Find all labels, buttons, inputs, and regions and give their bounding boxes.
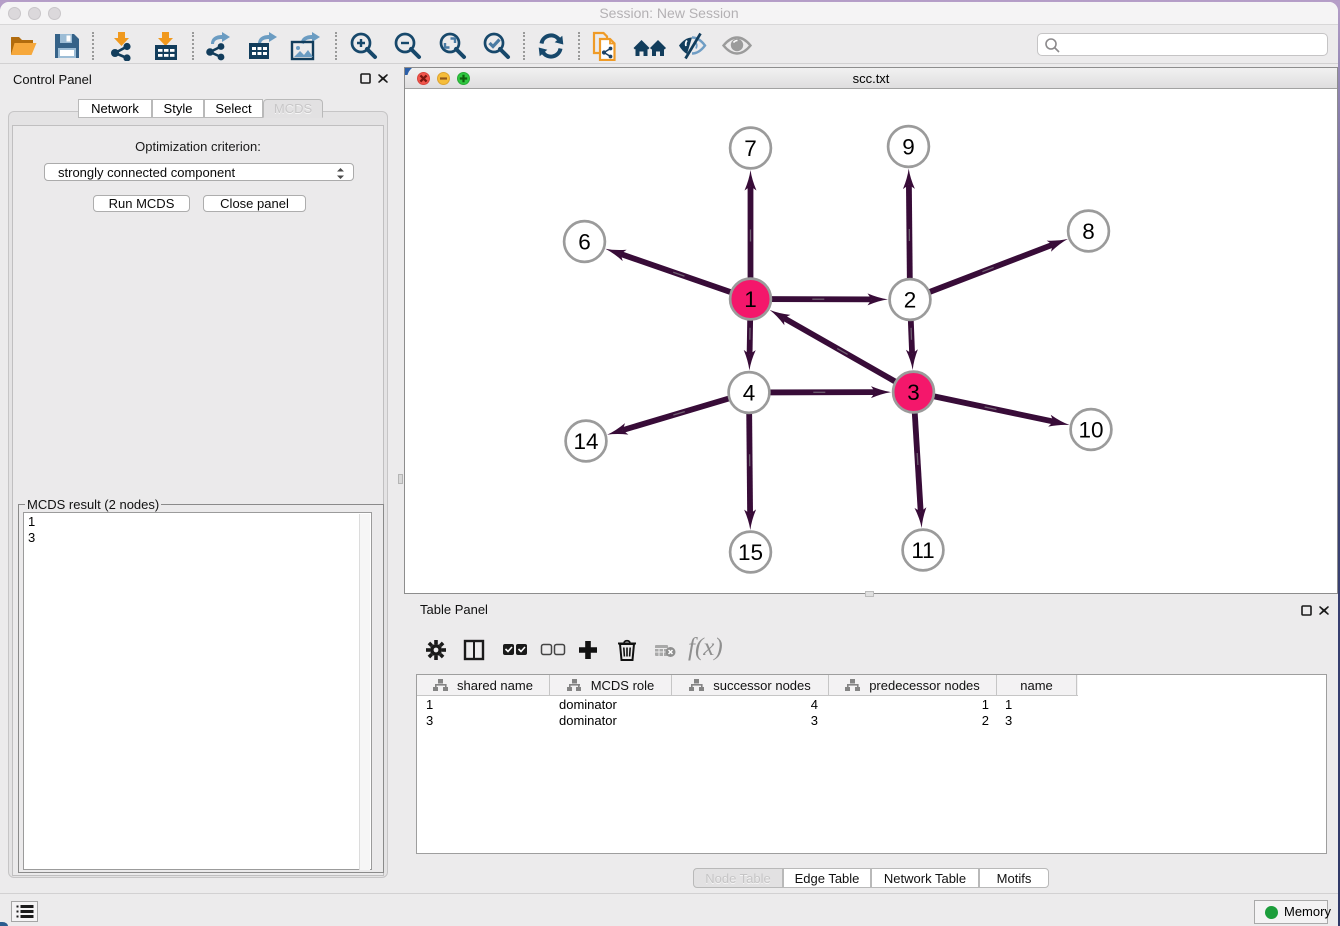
svg-text:15: 15 [738,540,763,565]
svg-text:9: 9 [902,135,915,160]
svg-text:2: 2 [904,288,917,313]
svg-text:4: 4 [743,381,756,406]
svg-text:6: 6 [578,230,591,255]
svg-text:7: 7 [744,136,757,161]
svg-text:10: 10 [1078,418,1103,443]
svg-text:14: 14 [573,429,598,454]
svg-text:3: 3 [907,380,920,405]
svg-text:11: 11 [911,538,934,563]
svg-text:8: 8 [1082,219,1095,244]
svg-text:1: 1 [744,287,757,312]
